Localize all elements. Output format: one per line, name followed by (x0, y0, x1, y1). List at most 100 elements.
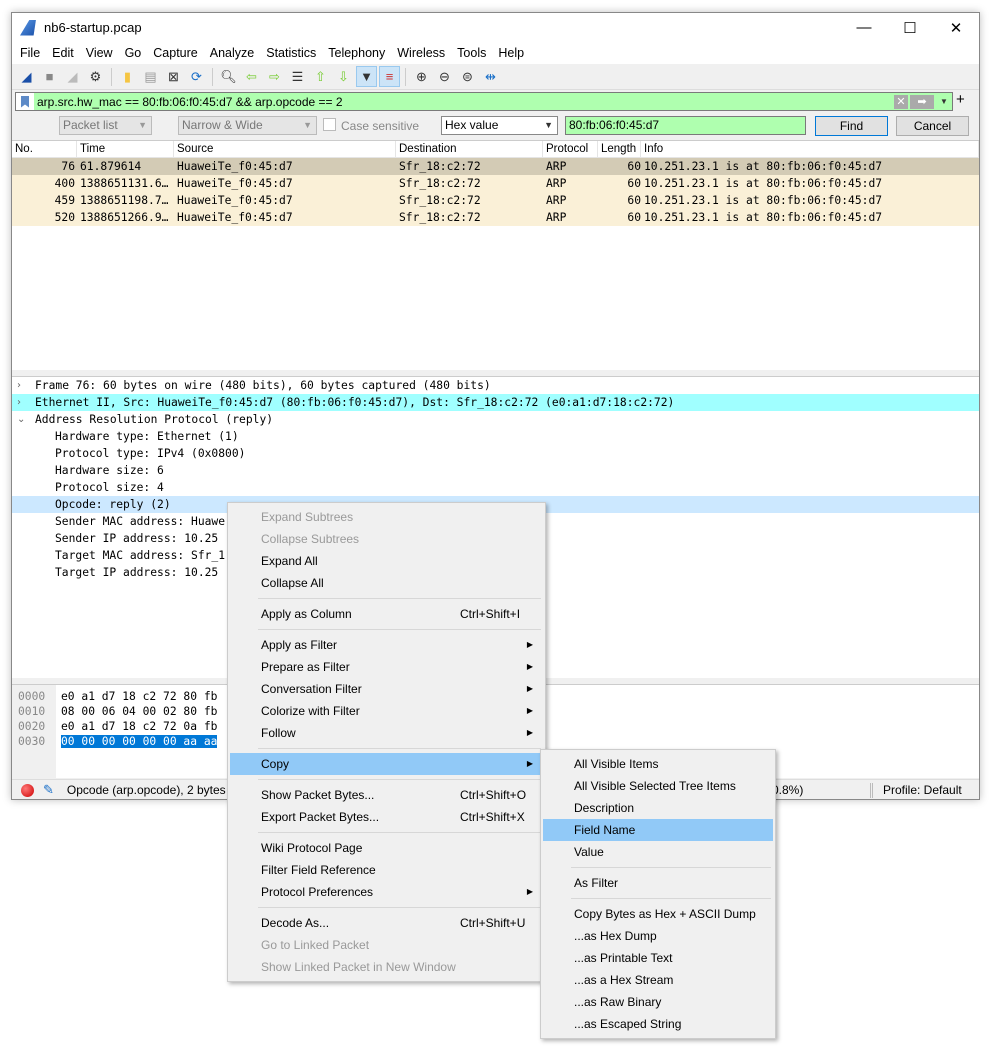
apply-filter-icon[interactable]: ➡ (910, 94, 934, 109)
reload-file-icon[interactable]: ⟳ (186, 66, 207, 87)
tree-item[interactable]: ⌄ Address Resolution Protocol (reply) (12, 411, 979, 428)
restart-capture-icon[interactable]: ◢ (62, 66, 83, 87)
first-packet-icon[interactable]: ⇧ (310, 66, 331, 87)
tree-item[interactable]: › Ethernet II, Src: HuaweiTe_f0:45:d7 (80… (12, 394, 979, 411)
search-in-select[interactable]: Packet list ▼ (59, 116, 152, 135)
go-back-icon[interactable]: ⇦ (241, 66, 262, 87)
menu-item-value[interactable]: Value (543, 841, 773, 863)
menu-item-colorize-with-filter[interactable]: Colorize with Filter ▶ (230, 700, 543, 722)
column-header-protocol[interactable]: Protocol (543, 141, 598, 157)
tree-item[interactable]: › Frame 76: 60 bytes on wire (480 bits), … (12, 377, 979, 394)
zoom-out-icon[interactable]: ⊖ (434, 66, 455, 87)
hex-bytes[interactable]: e0 a1 d7 18 c2 72 80 fb (61, 690, 217, 703)
last-packet-icon[interactable]: ⇩ (333, 66, 354, 87)
menu-item-copy-bytes-as-hex-ascii-dump[interactable]: Copy Bytes as Hex + ASCII Dump (543, 903, 773, 925)
find-button[interactable]: Find (815, 116, 888, 136)
profile-label[interactable]: Profile: Default (883, 783, 962, 797)
bookmark-icon[interactable] (16, 93, 34, 110)
menu-item-all-visible-selected-tree-items[interactable]: All Visible Selected Tree Items (543, 775, 773, 797)
menu-item-conversation-filter[interactable]: Conversation Filter ▶ (230, 678, 543, 700)
find-packet-icon[interactable]: 🔍︎ (218, 66, 239, 87)
case-sensitive-checkbox[interactable] (323, 118, 336, 131)
menu-item-as-hex-dump[interactable]: ...as Hex Dump (543, 925, 773, 947)
hex-row[interactable]: 0010 08 00 06 04 00 02 80 fb (18, 704, 217, 719)
menu-item-all-visible-items[interactable]: All Visible Items (543, 753, 773, 775)
minimize-button[interactable]: — (841, 13, 887, 42)
menu-item-collapse-subtrees[interactable]: Collapse Subtrees (230, 528, 543, 550)
menu-item-as-filter[interactable]: As Filter (543, 872, 773, 894)
tree-subitem[interactable]: Protocol type: IPv4 (0x0800) (12, 445, 979, 462)
column-header-source[interactable]: Source (174, 141, 396, 157)
colorize-icon[interactable]: ≡ (379, 66, 400, 87)
filter-history-dropdown-icon[interactable]: ▼ (936, 95, 952, 109)
packet-row[interactable]: 76 61.879614 HuaweiTe_f0:45:d7 Sfr_18:c2:72… (12, 158, 979, 175)
menu-item-protocol-preferences[interactable]: Protocol Preferences ▶ (230, 881, 543, 903)
menu-item-description[interactable]: Description (543, 797, 773, 819)
comment-edit-icon[interactable]: ✎ (43, 782, 54, 798)
column-header-info[interactable]: Info (641, 141, 979, 157)
display-filter-input[interactable]: arp.src.hw_mac == 80:fb:06:f0:45:d7 && a… (15, 92, 953, 111)
search-value-input[interactable]: 80:fb:06:f0:45:d7 (565, 116, 806, 135)
save-file-icon[interactable]: ▤ (140, 66, 161, 87)
expert-info-icon[interactable] (21, 783, 34, 797)
add-filter-button-icon[interactable]: + (956, 91, 965, 108)
tree-subitem[interactable]: Protocol size: 4 (12, 479, 979, 496)
menu-item-decode-as[interactable]: Decode As... Ctrl+Shift+U (230, 912, 543, 934)
menu-item-as-escaped-string[interactable]: ...as Escaped String (543, 1013, 773, 1035)
close-file-icon[interactable]: ⊠ (163, 66, 184, 87)
collapse-arrow-icon[interactable]: ⌄ (17, 411, 25, 428)
tree-subitem[interactable]: Hardware type: Ethernet (1) (12, 428, 979, 445)
menu-help[interactable]: Help (492, 46, 530, 60)
clear-filter-icon[interactable]: ✕ (894, 94, 908, 109)
expand-arrow-icon[interactable]: › (17, 394, 21, 411)
hex-bytes[interactable]: 08 00 06 04 00 02 80 fb (61, 705, 217, 718)
menu-item-prepare-as-filter[interactable]: Prepare as Filter ▶ (230, 656, 543, 678)
column-header-destination[interactable]: Destination (396, 141, 543, 157)
display-filter-value[interactable]: arp.src.hw_mac == 80:fb:06:f0:45:d7 && a… (34, 95, 343, 109)
menu-item-copy[interactable]: Copy ▶ (230, 753, 543, 775)
hex-bytes[interactable]: 00 00 00 00 00 00 aa aa (61, 735, 218, 748)
menu-tools[interactable]: Tools (451, 46, 492, 60)
column-header-length[interactable]: Length (598, 141, 641, 157)
menu-capture[interactable]: Capture (147, 46, 203, 60)
menu-item-apply-as-filter[interactable]: Apply as Filter ▶ (230, 634, 543, 656)
stop-capture-icon[interactable]: ■ (39, 66, 60, 87)
start-capture-icon[interactable]: ◢ (16, 66, 37, 87)
menu-item-as-a-hex-stream[interactable]: ...as a Hex Stream (543, 969, 773, 991)
menu-item-go-to-linked-packet[interactable]: Go to Linked Packet (230, 934, 543, 956)
hex-row[interactable]: 0020 e0 a1 d7 18 c2 72 0a fb (18, 719, 217, 734)
close-button[interactable]: ✕ (933, 13, 979, 42)
go-forward-icon[interactable]: ⇨ (264, 66, 285, 87)
menu-item-show-packet-bytes[interactable]: Show Packet Bytes... Ctrl+Shift+O (230, 784, 543, 806)
hex-bytes[interactable]: e0 a1 d7 18 c2 72 0a fb (61, 720, 217, 733)
packet-row[interactable]: 459 1388651198.7… HuaweiTe_f0:45:d7 Sfr_18:… (12, 192, 979, 209)
tree-subitem[interactable]: Hardware size: 6 (12, 462, 979, 479)
packet-row[interactable]: 520 1388651266.9… HuaweiTe_f0:45:d7 Sfr_18:… (12, 209, 979, 226)
capture-options-icon[interactable]: ⚙ (85, 66, 106, 87)
menu-file[interactable]: File (14, 46, 46, 60)
column-header-time[interactable]: Time (77, 141, 174, 157)
packet-row[interactable]: 400 1388651131.6… HuaweiTe_f0:45:d7 Sfr_18:… (12, 175, 979, 192)
menu-edit[interactable]: Edit (46, 46, 80, 60)
menu-item-expand-all[interactable]: Expand All (230, 550, 543, 572)
maximize-button[interactable]: ☐ (887, 13, 933, 42)
menu-item-as-printable-text[interactable]: ...as Printable Text (543, 947, 773, 969)
menu-item-show-linked-packet-in-new-window[interactable]: Show Linked Packet in New Window (230, 956, 543, 978)
go-to-packet-icon[interactable]: ☰ (287, 66, 308, 87)
menu-item-follow[interactable]: Follow ▶ (230, 722, 543, 744)
menu-item-field-name[interactable]: Field Name (543, 819, 773, 841)
open-file-icon[interactable]: ▮ (117, 66, 138, 87)
menu-item-apply-as-column[interactable]: Apply as Column Ctrl+Shift+I (230, 603, 543, 625)
normal-size-icon[interactable]: ⊜ (457, 66, 478, 87)
menu-view[interactable]: View (80, 46, 119, 60)
menu-item-expand-subtrees[interactable]: Expand Subtrees (230, 506, 543, 528)
menu-item-filter-field-reference[interactable]: Filter Field Reference (230, 859, 543, 881)
menu-wireless[interactable]: Wireless (391, 46, 451, 60)
menu-item-export-packet-bytes[interactable]: Export Packet Bytes... Ctrl+Shift+X (230, 806, 543, 828)
autoscroll-icon[interactable]: ▼ (356, 66, 377, 87)
char-width-select[interactable]: Narrow & Wide ▼ (178, 116, 317, 135)
menu-item-as-raw-binary[interactable]: ...as Raw Binary (543, 991, 773, 1013)
menu-item-wiki-protocol-page[interactable]: Wiki Protocol Page (230, 837, 543, 859)
column-header-no[interactable]: No. (12, 141, 77, 157)
menu-item-collapse-all[interactable]: Collapse All (230, 572, 543, 594)
